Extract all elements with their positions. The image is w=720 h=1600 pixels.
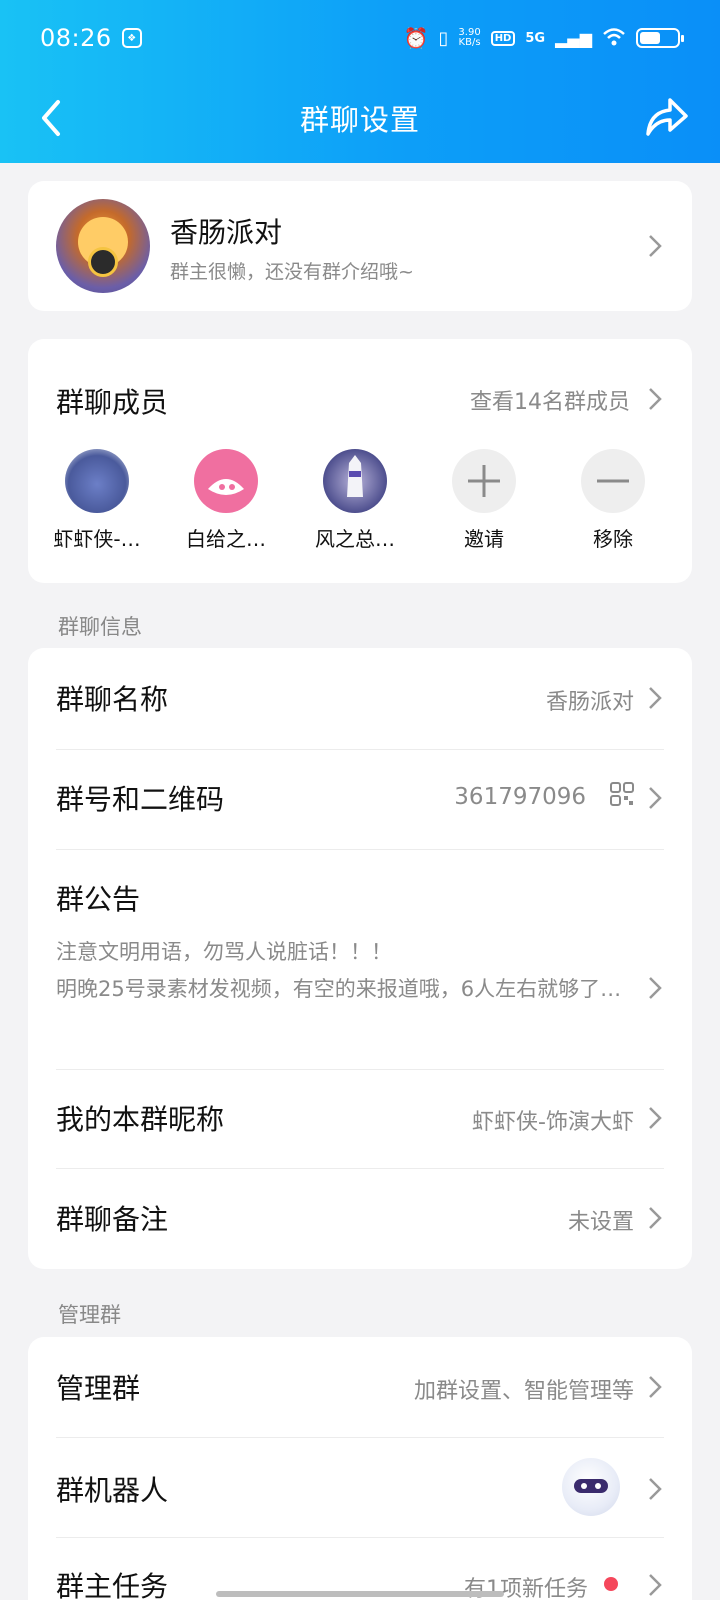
qr-code-icon [610, 782, 634, 806]
member-avatar [194, 449, 258, 513]
group-id-value: 361797096 [454, 784, 586, 810]
robot-eye [595, 1483, 601, 1489]
back-button[interactable] [34, 98, 74, 138]
divider [56, 749, 664, 750]
members-card: 群聊成员 查看14名群成员 虾虾侠-… 白给之… 风之总… 邀请 移除 [28, 339, 692, 583]
group-name-value: 香肠派对 [545, 690, 634, 715]
plus-icon [452, 449, 516, 513]
notification-app-icon: ❖ [121, 28, 142, 48]
member-avatar [323, 449, 387, 513]
group-name: 香肠派对 [170, 216, 283, 249]
back-arrow-icon [42, 100, 60, 136]
divider [56, 1537, 664, 1538]
group-avatar [56, 199, 150, 293]
member-avatar [65, 449, 129, 513]
net-speed: 3.90 KB/s [458, 28, 480, 48]
my-nickname-value: 虾虾侠-饰演大虾 [472, 1110, 634, 1135]
remove-label: 移除 [593, 527, 633, 551]
section-label-info: 群聊信息 [58, 615, 142, 639]
divider [56, 849, 664, 850]
member-item[interactable]: 虾虾侠-… [42, 449, 152, 552]
view-all-members-link[interactable]: 查看14名群成员 [470, 384, 630, 416]
group-id-row[interactable]: 群号和二维码 361797096 [56, 778, 664, 818]
chevron-right-icon [648, 1206, 662, 1230]
chevron-right-icon [648, 1375, 662, 1399]
robot-eye [581, 1483, 587, 1489]
my-nickname-label: 我的本群昵称 [56, 1103, 225, 1136]
chevron-right-icon [648, 976, 662, 1000]
member-name: 风之总… [315, 527, 395, 551]
group-profile-card[interactable]: 香肠派对 群主很懒，还没有群介绍哦~ [28, 181, 692, 311]
group-remark-row[interactable]: 群聊备注 未设置 [56, 1198, 664, 1238]
chevron-right-icon [648, 387, 662, 411]
share-icon [646, 98, 688, 136]
group-remark-value: 未设置 [567, 1210, 634, 1235]
page-title: 群聊设置 [299, 103, 420, 137]
alarm-icon: ⏰ [403, 26, 429, 50]
home-indicator[interactable] [216, 1591, 504, 1597]
group-notice-label: 群公告 [56, 883, 141, 916]
nav-bar: 群聊设置 [0, 90, 720, 146]
group-name-row[interactable]: 群聊名称 香肠派对 [56, 678, 664, 718]
new-task-dot [604, 1577, 618, 1591]
manage-group-value: 加群设置、智能管理等 [413, 1379, 634, 1404]
robot-visor [574, 1479, 608, 1493]
minus-icon [581, 449, 645, 513]
section-label-manage: 管理群 [58, 1303, 121, 1327]
group-notice-row[interactable]: 群公告 注意文明用语，勿骂人说脏话！！！ 明晚25号录素材发视频，有空的来报道哦… [56, 878, 664, 1048]
net-speed-unit: KB/s [458, 37, 481, 48]
battery-fill [640, 32, 660, 44]
battery-icon [636, 28, 684, 48]
chevron-right-icon [648, 786, 662, 810]
chevron-right-icon [648, 686, 662, 710]
owner-task-label: 群主任务 [56, 1570, 169, 1600]
chevron-right-icon [648, 1106, 662, 1130]
divider [56, 1069, 664, 1070]
invite-member-button[interactable]: 邀请 [429, 449, 539, 552]
group-description: 群主很懒，还没有群介绍哦~ [170, 261, 414, 283]
status-bar: 08:26 ❖ ⏰ ▯ 3.90 KB/s HD 5G ▂▄▆ [40, 22, 684, 54]
robot-icon [562, 1458, 620, 1516]
share-button[interactable] [644, 96, 690, 140]
remove-member-button[interactable]: 移除 [558, 449, 668, 552]
manage-card: 管理群 加群设置、智能管理等 群机器人 群主任务 有1项新任务 [28, 1337, 692, 1600]
member-name: 白给之… [186, 527, 266, 551]
avatar-badge-shape [88, 247, 118, 277]
vibrate-icon: ▯ [438, 27, 449, 49]
group-robot-label: 群机器人 [56, 1474, 169, 1507]
invite-label: 邀请 [464, 527, 504, 551]
chevron-right-icon [648, 1477, 662, 1501]
group-info-card: 群聊名称 香肠派对 群号和二维码 361797096 群公告 注意文明用语，勿骂… [28, 648, 692, 1269]
chevron-right-icon [648, 1573, 662, 1597]
group-name-label: 群聊名称 [56, 683, 169, 716]
member-name: 虾虾侠-… [53, 527, 141, 551]
header-bar: 08:26 ❖ ⏰ ▯ 3.90 KB/s HD 5G ▂▄▆ 群聊设置 [0, 0, 720, 163]
notice-content: 注意文明用语，勿骂人说脏话！！！ 明晚25号录素材发视频，有空的来报道哦，6人左… [56, 940, 622, 1001]
network-type: 5G [525, 30, 546, 46]
group-id-label: 群号和二维码 [56, 783, 225, 816]
group-robot-row[interactable]: 群机器人 [56, 1440, 664, 1536]
group-notice-text: 注意文明用语，勿骂人说脏话！！！ 明晚25号录素材发视频，有空的来报道哦，6人左… [56, 934, 636, 1008]
divider [56, 1168, 664, 1169]
status-time: 08:26 [40, 24, 112, 52]
my-nickname-row[interactable]: 我的本群昵称 虾虾侠-饰演大虾 [56, 1098, 664, 1138]
group-remark-label: 群聊备注 [56, 1203, 169, 1236]
chevron-right-icon [648, 234, 662, 258]
manage-group-label: 管理群 [56, 1372, 141, 1405]
members-title: 群聊成员 [56, 386, 169, 419]
manage-group-row[interactable]: 管理群 加群设置、智能管理等 [56, 1367, 664, 1407]
member-item[interactable]: 白给之… [171, 449, 281, 552]
signal-icon: ▂▄▆ [555, 28, 592, 48]
divider [56, 1437, 664, 1438]
hd-badge: HD [490, 30, 516, 46]
member-item[interactable]: 风之总… [300, 449, 410, 552]
wifi-icon [602, 27, 626, 50]
